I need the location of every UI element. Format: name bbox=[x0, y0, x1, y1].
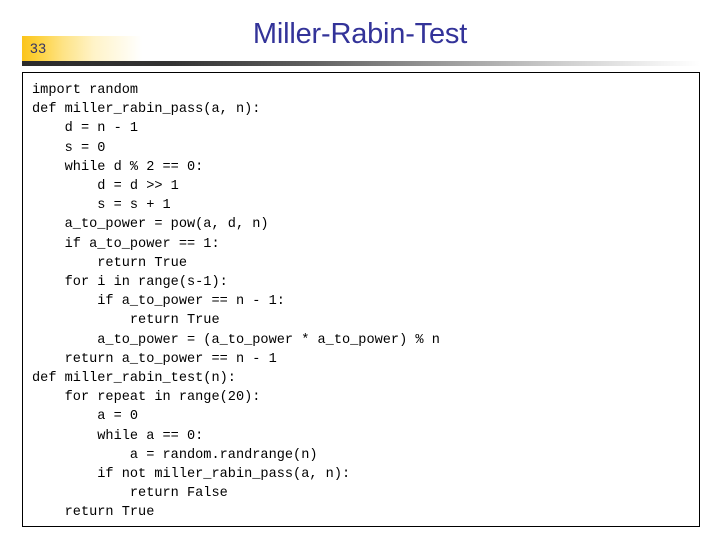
code-listing: import random def miller_rabin_pass(a, n… bbox=[32, 83, 440, 521]
header-divider bbox=[22, 61, 700, 66]
page-title: Miller-Rabin-Test bbox=[252, 18, 468, 50]
code-block-container: import random def miller_rabin_pass(a, n… bbox=[22, 72, 700, 527]
slide-header: 33 Miller-Rabin-Test bbox=[0, 0, 720, 72]
